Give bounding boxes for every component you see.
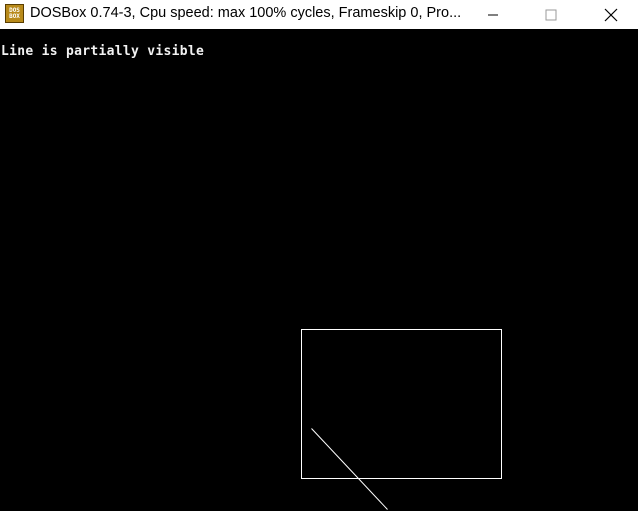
window-title: DOSBox 0.74-3, Cpu speed: max 100% cycle… — [30, 5, 462, 21]
clipping-window-rectangle — [301, 329, 502, 479]
close-button[interactable] — [588, 0, 634, 29]
minimize-button[interactable] — [470, 0, 516, 29]
minimize-icon — [488, 14, 498, 15]
dos-screen[interactable]: Line is partially visible — [0, 29, 638, 511]
dosbox-icon[interactable]: DOS BOX — [5, 4, 24, 23]
clipped-line — [311, 428, 388, 510]
dosbox-window: DOS BOX DOSBox 0.74-3, Cpu speed: max 10… — [0, 0, 638, 515]
close-icon — [604, 8, 618, 21]
maximize-button[interactable] — [528, 0, 574, 29]
maximize-icon — [545, 9, 557, 20]
title-bar[interactable]: DOS BOX DOSBox 0.74-3, Cpu speed: max 10… — [0, 0, 638, 29]
graphics-canvas — [301, 329, 502, 510]
icon-line-2: BOX — [9, 12, 20, 20]
